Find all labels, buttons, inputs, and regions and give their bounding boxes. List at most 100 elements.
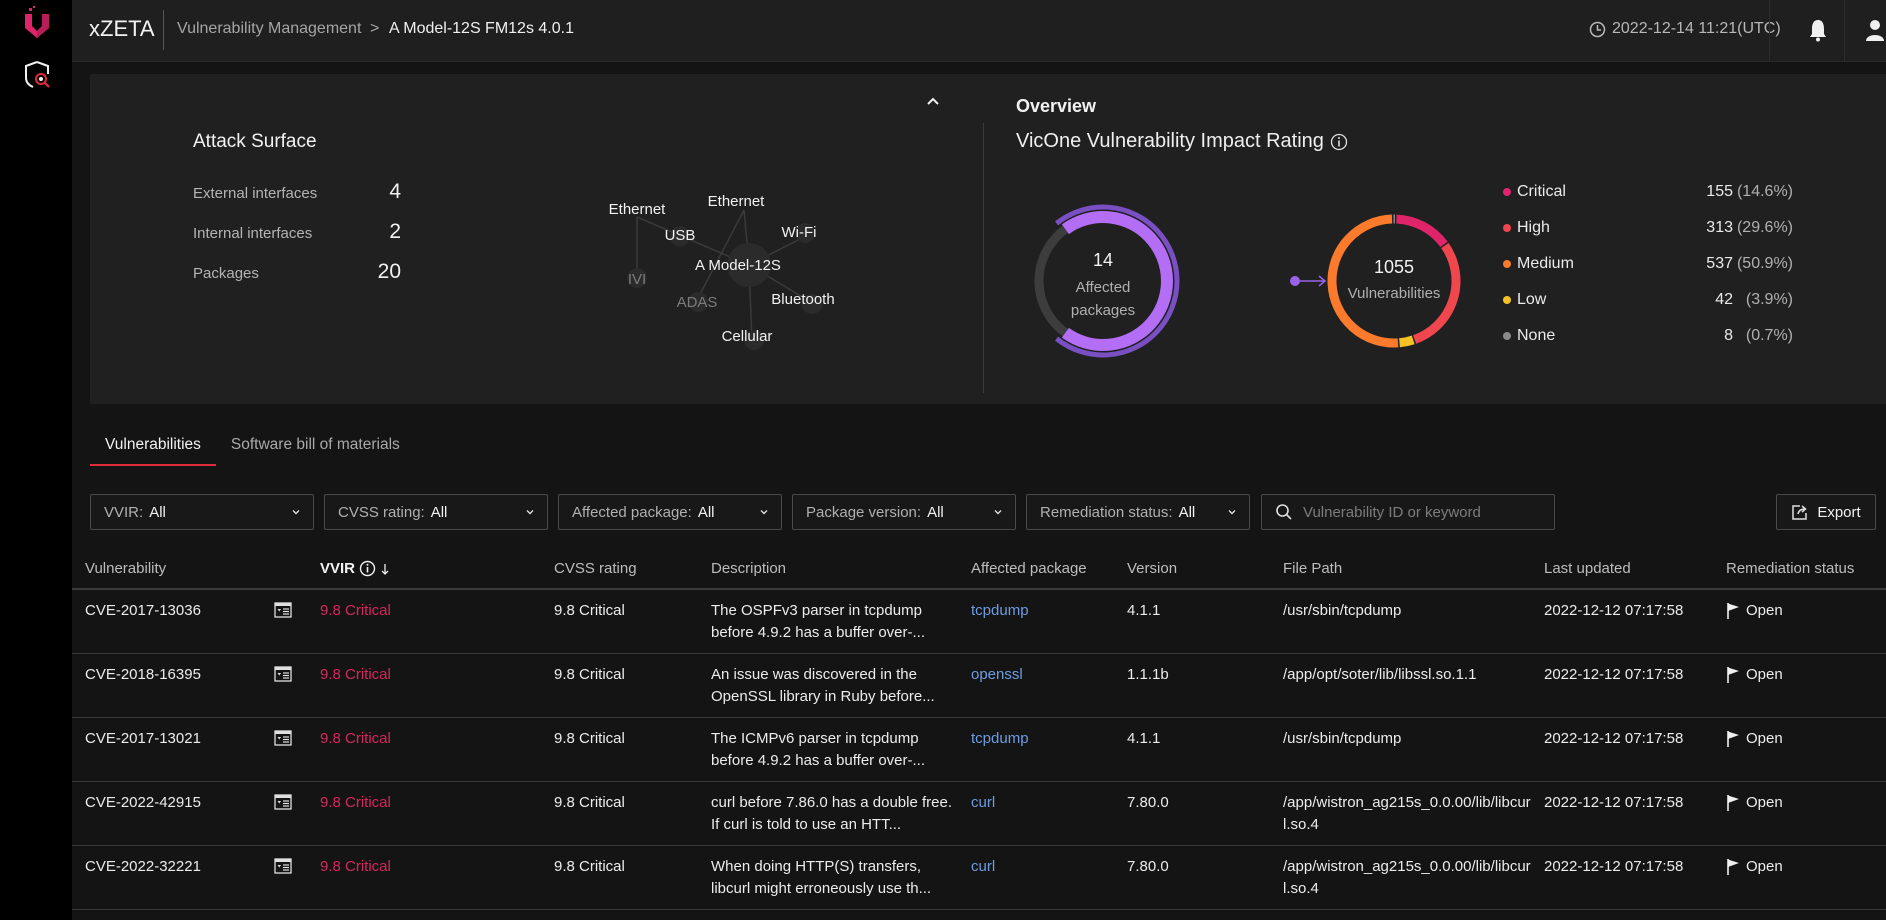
vvir-rating: 9.8 Critical	[320, 858, 391, 875]
col-vulnerability[interactable]: Vulnerability	[85, 560, 166, 577]
flag-icon	[1727, 731, 1739, 747]
col-version[interactable]: Version	[1127, 560, 1177, 577]
affected-package-filter-dropdown[interactable]: Affected package: All	[558, 494, 782, 530]
details-icon[interactable]	[274, 666, 292, 682]
description: An issue was discovered in the OpenSSL l…	[711, 666, 935, 705]
col-last-updated[interactable]: Last updated	[1544, 560, 1631, 577]
details-icon[interactable]	[274, 730, 292, 746]
last-updated: 2022-12-12 07:17:58	[1544, 730, 1684, 747]
breadcrumb-separator: >	[370, 20, 380, 37]
filter-value: All	[927, 503, 944, 521]
table-row[interactable]: CVE-2017-13036 9.8 Critical 9.8 Critical…	[72, 590, 1886, 654]
external-interfaces-label: External interfaces	[193, 185, 318, 202]
col-remediation-status[interactable]: Remediation status	[1726, 560, 1854, 577]
description: curl before 7.86.0 has a double free. If…	[711, 794, 952, 833]
vulnerability-id[interactable]: CVE-2018-16395	[85, 664, 201, 686]
table-row[interactable]: CVE-2022-42915 9.8 Critical 9.8 Critical…	[72, 782, 1886, 846]
filter-label: Remediation status:	[1040, 503, 1173, 521]
affected-package-link[interactable]: curl	[971, 792, 995, 814]
packages-label: Packages	[193, 265, 259, 282]
graph-node-ethernet-2[interactable]: Ethernet	[708, 193, 766, 210]
vulnerability-id[interactable]: CVE-2022-32221	[85, 856, 201, 878]
vvir-filter-dropdown[interactable]: VVIR: All	[90, 494, 314, 530]
affected-package-link[interactable]: tcpdump	[971, 600, 1029, 622]
sort-down-arrow-icon[interactable]	[380, 562, 390, 576]
legend-high[interactable]: High 313 (29.6%)	[1503, 210, 1793, 246]
cvss-rating-filter-dropdown[interactable]: CVSS rating: All	[324, 494, 548, 530]
remediation-status[interactable]: Open	[1726, 792, 1783, 814]
package-version: 7.80.0	[1127, 858, 1169, 875]
graph-node-usb[interactable]: USB	[665, 227, 696, 244]
vulnerability-id[interactable]: CVE-2017-13036	[85, 600, 201, 622]
vulnerability-id[interactable]: CVE-2017-13021	[85, 728, 201, 750]
last-updated: 2022-12-12 07:17:58	[1544, 858, 1684, 875]
affected-package-link[interactable]: tcpdump	[971, 728, 1029, 750]
graph-node-cellular[interactable]: Cellular	[722, 328, 773, 345]
legend-low[interactable]: Low 42 (3.9%)	[1503, 282, 1793, 318]
info-icon[interactable]	[1330, 133, 1348, 151]
table-row[interactable]: CVE-2018-16395 9.8 Critical 9.8 Critical…	[72, 654, 1886, 718]
vicone-logo-icon[interactable]	[22, 6, 52, 40]
file-path: /app/opt/soter/lib/libssl.so.1.1	[1283, 666, 1477, 683]
tab-vulnerabilities[interactable]: Vulnerabilities	[90, 430, 216, 466]
cvss-rating: 9.8 Critical	[554, 794, 625, 811]
remediation-status[interactable]: Open	[1726, 600, 1783, 622]
graph-node-center[interactable]: A Model-12S	[695, 257, 781, 274]
tab-software-bill-of-materials[interactable]: Software bill of materials	[216, 430, 415, 466]
remediation-status-filter-dropdown[interactable]: Remediation status: All	[1026, 494, 1250, 530]
chevron-up-icon[interactable]	[924, 94, 942, 108]
table-body: CVE-2017-13036 9.8 Critical 9.8 Critical…	[72, 590, 1886, 910]
graph-node-ivi[interactable]: IVI	[628, 271, 646, 288]
details-icon[interactable]	[274, 794, 292, 810]
remediation-status[interactable]: Open	[1726, 728, 1783, 750]
legend-pct: (50.9%)	[1736, 255, 1793, 272]
vulnerability-id[interactable]: CVE-2022-42915	[85, 792, 201, 814]
graph-node-adas[interactable]: ADAS	[677, 294, 718, 311]
legend-none[interactable]: None 8 (0.7%)	[1503, 318, 1793, 354]
graph-node-ethernet-1[interactable]: Ethernet	[609, 201, 667, 218]
clock-icon	[1589, 21, 1606, 37]
vvir-arc-low[interactable]	[1398, 335, 1415, 348]
details-icon[interactable]	[274, 858, 292, 874]
legend-count: 42	[1715, 291, 1733, 308]
attack-surface-graph[interactable]: Ethernet Ethernet USB Wi-Fi Bluetooth Ce…	[590, 174, 970, 374]
vvir-arc-critical[interactable]	[1396, 214, 1448, 248]
vulnerabilities-ring[interactable]	[1327, 214, 1461, 348]
packages-value: 20	[377, 260, 401, 283]
remediation-status-text: Open	[1746, 602, 1783, 619]
remediation-status[interactable]: Open	[1726, 664, 1783, 686]
info-icon[interactable]	[359, 560, 376, 577]
col-file-path: File Path	[1283, 560, 1343, 577]
details-icon[interactable]	[274, 602, 292, 618]
top-header: xZETA Vulnerability Management > A Model…	[72, 0, 1886, 62]
flag-icon	[1727, 667, 1739, 683]
search-input[interactable]	[1303, 503, 1543, 521]
legend-medium[interactable]: Medium 537 (50.9%)	[1503, 246, 1793, 282]
remediation-status[interactable]: Open	[1726, 856, 1783, 878]
internal-interfaces-row: Internal interfaces 2	[193, 220, 401, 244]
breadcrumb-vulnerability-management[interactable]: Vulnerability Management	[177, 20, 361, 38]
table-row[interactable]: CVE-2017-13021 9.8 Critical 9.8 Critical…	[72, 718, 1886, 782]
legend-critical[interactable]: Critical 155 (14.6%)	[1503, 174, 1793, 210]
timestamp-text: 2022-12-14 11:21(UTC)	[1612, 20, 1781, 37]
graph-node-wifi[interactable]: Wi-Fi	[782, 224, 817, 241]
affected-package-link[interactable]: curl	[971, 856, 995, 878]
bell-icon[interactable]	[1807, 18, 1829, 42]
graph-node-bluetooth[interactable]: Bluetooth	[771, 291, 834, 308]
col-affected-package[interactable]: Affected package	[971, 560, 1087, 577]
package-version-filter-dropdown[interactable]: Package version: All	[792, 494, 1016, 530]
shield-search-icon[interactable]	[22, 60, 52, 90]
table-row[interactable]: CVE-2022-32221 9.8 Critical 9.8 Critical…	[72, 846, 1886, 910]
export-button[interactable]: Export	[1776, 494, 1876, 530]
col-vvir[interactable]: VVIR	[320, 560, 390, 577]
vvir-arc-medium[interactable]	[1327, 214, 1399, 348]
filter-label: Affected package:	[572, 503, 692, 521]
user-icon[interactable]	[1864, 18, 1886, 42]
affected-package-link[interactable]: openssl	[971, 664, 1023, 686]
chevron-down-icon	[1228, 510, 1236, 515]
external-interfaces-value: 4	[389, 180, 401, 203]
last-updated: 2022-12-12 07:17:58	[1544, 666, 1684, 683]
brand-divider	[163, 10, 164, 50]
external-interfaces-row: External interfaces 4	[193, 180, 401, 204]
col-cvss-rating[interactable]: CVSS rating	[554, 560, 637, 577]
